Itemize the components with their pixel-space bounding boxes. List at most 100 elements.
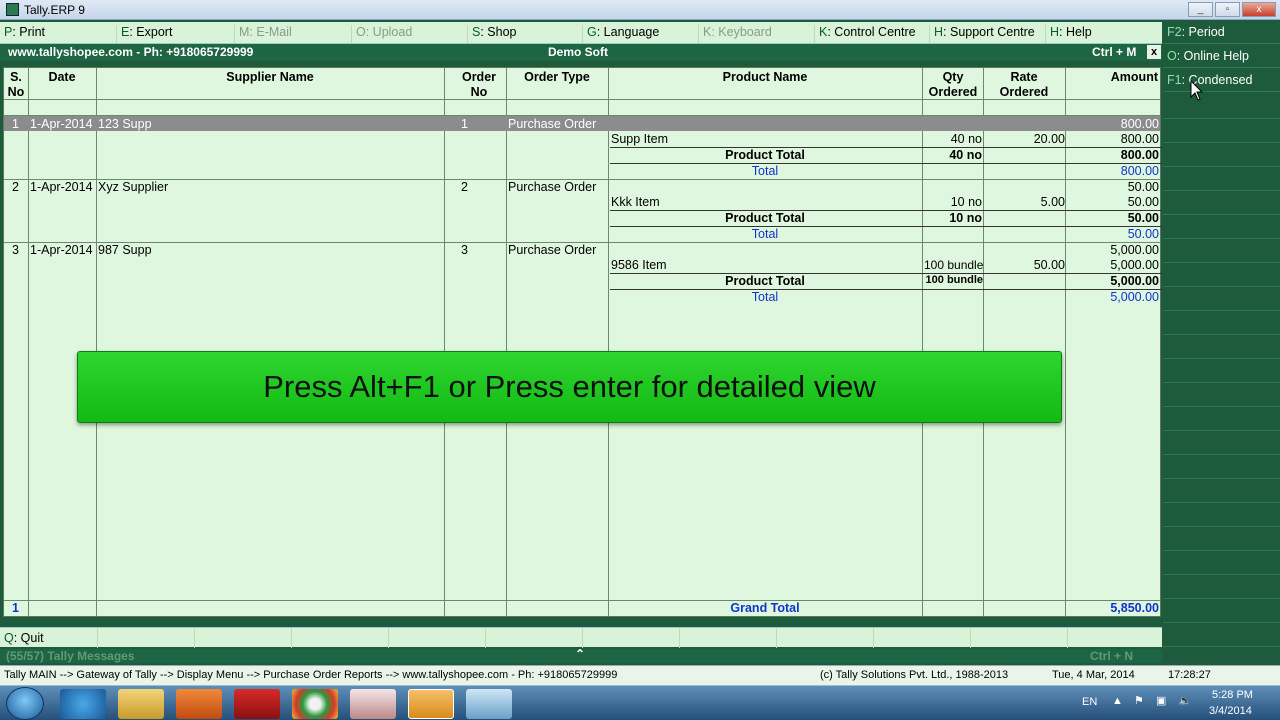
button-key: O bbox=[1167, 49, 1177, 63]
detailed-view-banner: Press Alt+F1 or Press enter for detailed… bbox=[77, 351, 1062, 423]
menu-email[interactable]: M: E-Mail bbox=[235, 25, 352, 43]
menu-shop[interactable]: S: Shop bbox=[468, 25, 583, 43]
active-app-icon[interactable] bbox=[408, 689, 454, 719]
quit-button[interactable]: Q: Quit bbox=[0, 628, 98, 648]
empty-button-slot bbox=[777, 628, 874, 648]
grand-total-label: Grand Total bbox=[730, 601, 800, 615]
tray-flag-icon[interactable]: ⚑ bbox=[1134, 694, 1144, 707]
row-ordertype: Purchase Order bbox=[508, 180, 597, 194]
menu-keyboard[interactable]: K: Keyboard bbox=[699, 25, 815, 43]
row-date: 1-Apr-2014 bbox=[30, 243, 93, 257]
top-menu-bar: P: Print E: Export M: E-Mail O: Upload S… bbox=[0, 22, 1162, 44]
menu-help[interactable]: H: Help bbox=[1046, 25, 1162, 43]
close-window-button[interactable]: x bbox=[1242, 2, 1276, 17]
media-player-icon[interactable] bbox=[176, 689, 222, 719]
messages-text: (55/57) Tally Messages bbox=[6, 649, 135, 663]
menu-upload[interactable]: O: Upload bbox=[352, 25, 468, 43]
item-amount: 800.00 bbox=[1120, 132, 1159, 146]
item-amount: 5,000.00 bbox=[1110, 258, 1159, 272]
menu-key: G bbox=[587, 25, 597, 39]
col-header-date: Date bbox=[48, 70, 76, 84]
menu-support-centre[interactable]: H: Support Centre bbox=[930, 25, 1046, 43]
item-qty: 40 no bbox=[950, 132, 982, 146]
navigation-path: Tally MAIN --> Gateway of Tally --> Disp… bbox=[4, 669, 618, 681]
internet-explorer-icon[interactable] bbox=[60, 689, 106, 719]
row-date: 1-Apr-2014 bbox=[30, 117, 93, 131]
company-name: Demo Soft bbox=[548, 45, 608, 59]
tally-erp-icon[interactable] bbox=[350, 689, 396, 719]
tray-arrow-icon[interactable]: ▲ bbox=[1112, 695, 1123, 707]
clock-time[interactable]: 5:28 PM bbox=[1212, 689, 1253, 701]
title-bar: Tally.ERP 9 _ ▫ x bbox=[0, 0, 1280, 20]
col-header-orderno: Order No bbox=[461, 70, 497, 99]
row-supplier[interactable]: Xyz Supplier bbox=[98, 180, 168, 194]
item-name: Supp Item bbox=[611, 132, 668, 146]
product-total-qty: 100 bundle bbox=[925, 274, 983, 286]
menu-label: : Help bbox=[1059, 25, 1092, 39]
product-total-qty: 10 no bbox=[949, 211, 982, 225]
row-orderno: 1 bbox=[461, 117, 468, 131]
menu-label: : Support Centre bbox=[943, 25, 1035, 39]
menu-language[interactable]: G: Language bbox=[583, 25, 699, 43]
item-name: Kkk Item bbox=[611, 195, 660, 209]
menu-key: M bbox=[239, 25, 250, 39]
total-amount: 800.00 bbox=[1120, 164, 1159, 178]
row-supplier: 123 Supp bbox=[98, 117, 152, 131]
expand-arrow-icon[interactable]: ⌃ bbox=[575, 647, 585, 661]
status-date: Tue, 4 Mar, 2014 bbox=[1052, 669, 1135, 681]
website-text: www.tallyshopee.com - Ph: +918065729999 bbox=[8, 45, 254, 59]
menu-print[interactable]: P: Print bbox=[0, 25, 117, 43]
empty-button-slot bbox=[195, 628, 292, 648]
row-date: 1-Apr-2014 bbox=[30, 180, 93, 194]
row-amount: 50.00 bbox=[1127, 180, 1159, 194]
volume-icon[interactable]: 🔈 bbox=[1178, 694, 1192, 707]
menu-label: : Control Centre bbox=[827, 25, 916, 39]
menu-control-centre[interactable]: K: Control Centre bbox=[815, 25, 930, 43]
button-label: : Online Help bbox=[1176, 49, 1249, 63]
file-explorer-icon[interactable] bbox=[118, 689, 164, 719]
online-help-button[interactable]: O: Online Help bbox=[1163, 46, 1280, 68]
start-button-icon[interactable] bbox=[6, 687, 44, 720]
col-header-qty: Qty Ordered bbox=[928, 70, 978, 99]
windows-taskbar: EN ▲ ⚑ ▣ 🔈 5:28 PM 3/4/2014 bbox=[0, 685, 1280, 720]
close-report-button[interactable]: x bbox=[1147, 45, 1161, 59]
minimize-button[interactable]: _ bbox=[1188, 2, 1213, 17]
clock-date[interactable]: 3/4/2014 bbox=[1209, 705, 1252, 717]
zynga-icon[interactable] bbox=[234, 689, 280, 719]
ctrl-n-shortcut[interactable]: Ctrl + N bbox=[1090, 649, 1133, 663]
col-header-sno: S. No bbox=[7, 70, 25, 99]
menu-key: O bbox=[356, 25, 366, 39]
empty-button-slot bbox=[680, 628, 777, 648]
menu-export[interactable]: E: Export bbox=[117, 25, 235, 43]
condensed-button[interactable]: F1: Condensed bbox=[1163, 70, 1280, 92]
product-total-label: Product Total bbox=[725, 148, 805, 162]
menu-label: : Print bbox=[12, 25, 45, 39]
item-qty: 10 no bbox=[950, 195, 982, 209]
notepad-icon[interactable] bbox=[466, 689, 512, 719]
maximize-button[interactable]: ▫ bbox=[1215, 2, 1240, 17]
row-amount: 800.00 bbox=[1120, 117, 1159, 131]
item-name: 9586 Item bbox=[611, 258, 667, 272]
row-count: 1 bbox=[12, 601, 19, 615]
ctrl-m-shortcut[interactable]: Ctrl + M bbox=[1092, 45, 1136, 59]
row-ordertype: Purchase Order bbox=[508, 243, 597, 257]
empty-button-slot bbox=[98, 628, 195, 648]
total-amount: 50.00 bbox=[1127, 227, 1159, 241]
chrome-icon[interactable] bbox=[292, 689, 338, 719]
col-header-supplier: Supplier Name bbox=[226, 70, 314, 84]
empty-button-slot bbox=[389, 628, 486, 648]
row-supplier[interactable]: 987 Supp bbox=[98, 243, 152, 257]
report-table: S. No Date Supplier Name Order No Order … bbox=[3, 67, 1162, 617]
item-rate: 5.00 bbox=[1040, 195, 1065, 209]
row-sno: 3 bbox=[12, 243, 19, 257]
col-header-rate: Rate Ordered bbox=[999, 70, 1049, 99]
item-qty: 100 bundle bbox=[924, 258, 984, 272]
copyright-text: (c) Tally Solutions Pvt. Ltd., 1988-2013 bbox=[820, 669, 1009, 681]
menu-label: : Upload bbox=[365, 25, 413, 39]
period-button[interactable]: F2: Period bbox=[1163, 22, 1280, 44]
tally-messages-bar[interactable]: (55/57) Tally Messages ⌃ Ctrl + N bbox=[0, 647, 1162, 663]
language-indicator[interactable]: EN bbox=[1082, 696, 1097, 708]
menu-label: : Export bbox=[129, 25, 173, 39]
network-icon[interactable]: ▣ bbox=[1156, 694, 1166, 707]
product-total-label: Product Total bbox=[725, 211, 805, 225]
